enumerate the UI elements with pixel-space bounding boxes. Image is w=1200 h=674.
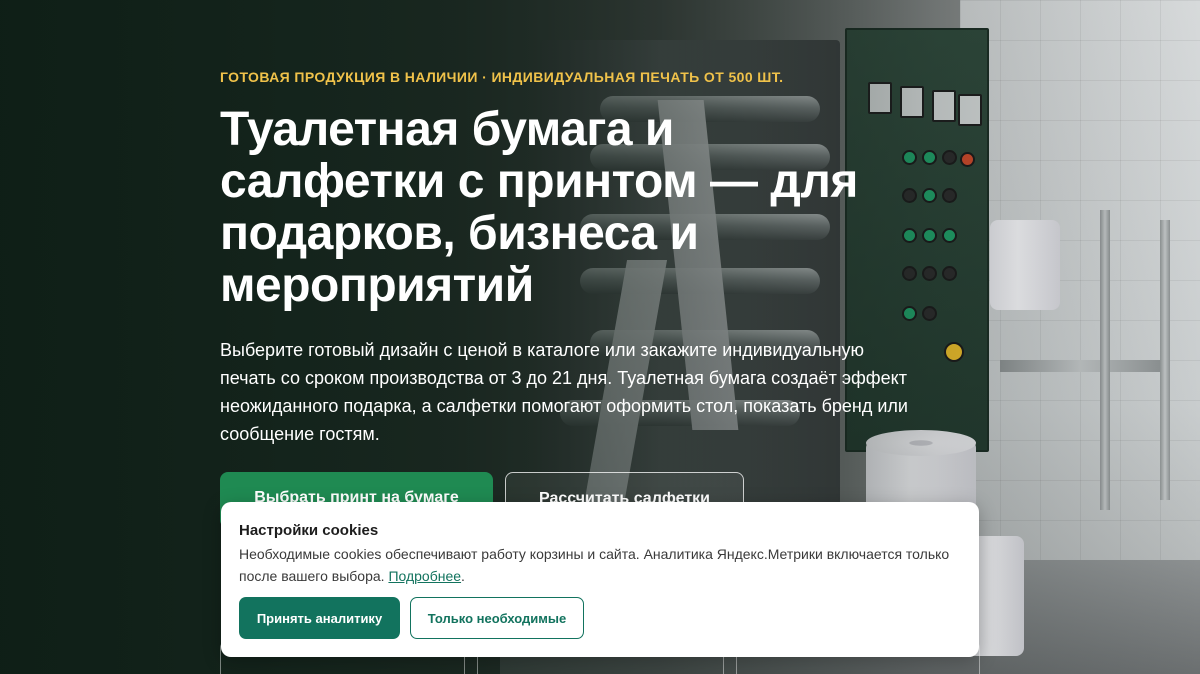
necessary-only-button[interactable]: Только необходимые	[410, 597, 584, 639]
hero-lead: Выберите готовый дизайн с ценой в катало…	[220, 340, 908, 444]
cookie-more-link[interactable]: Подробнее	[388, 568, 461, 584]
hero-eyebrow: ГОТОВАЯ ПРОДУКЦИЯ В НАЛИЧИИ · ИНДИВИДУАЛ…	[220, 69, 784, 85]
hero-title: Туалетная бумага и салфетки с принтом — …	[220, 103, 858, 312]
cookie-title: Настройки cookies	[239, 522, 379, 539]
cookie-banner: Настройки cookies Необходимые cookies об…	[221, 502, 979, 657]
cookie-description: Необходимые cookies обеспечивают работу …	[239, 546, 950, 584]
cookie-actions: Принять аналитику Только необходимые	[239, 597, 584, 639]
cookie-text: Необходимые cookies обеспечивают работу …	[239, 543, 959, 587]
accept-analytics-button[interactable]: Принять аналитику	[239, 597, 400, 639]
cookie-text-end: .	[461, 568, 465, 584]
